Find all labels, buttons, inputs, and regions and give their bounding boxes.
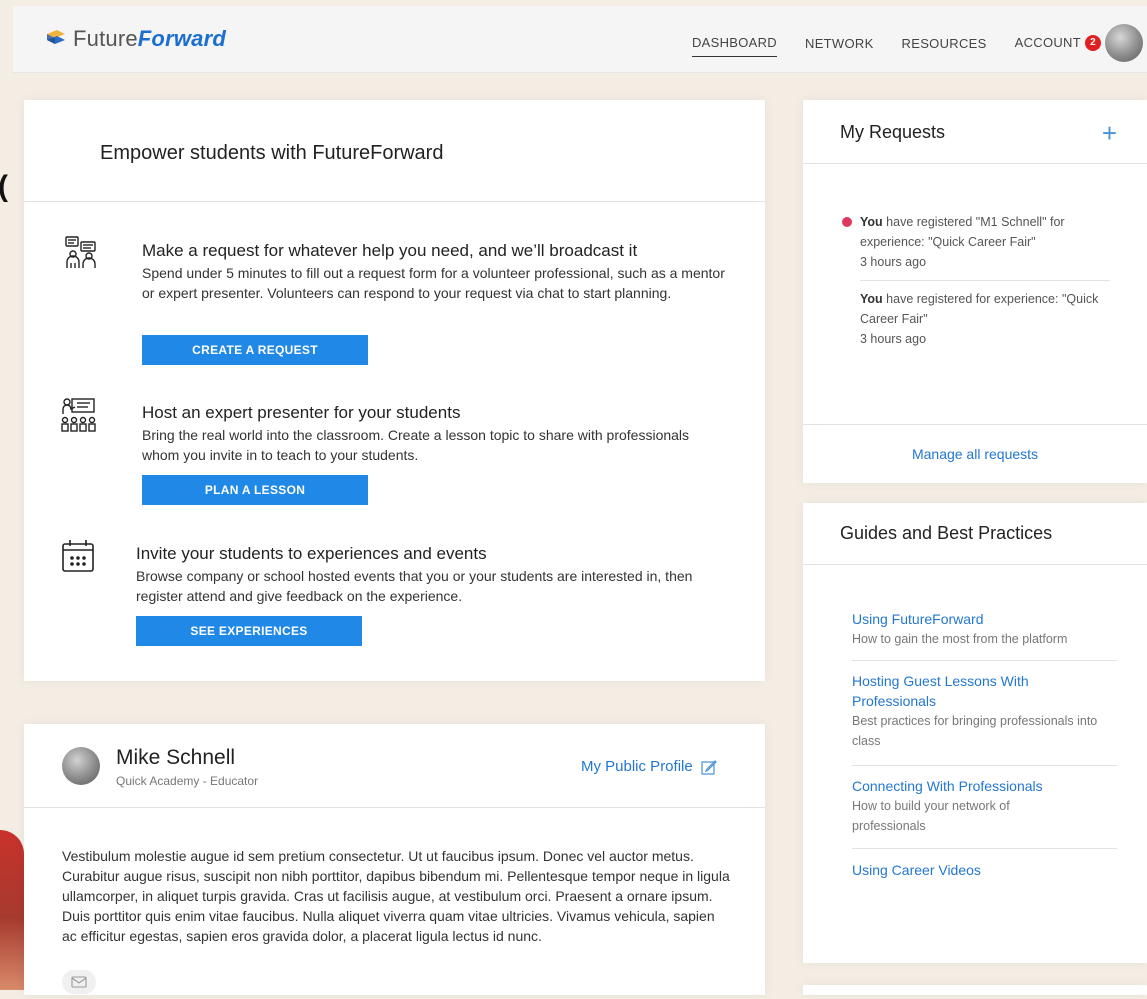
nav-account[interactable]: ACCOUNT 2 xyxy=(1015,29,1101,58)
empower-card: Empower students with FutureForward Make… xyxy=(24,100,765,681)
logo-text: FutureForward xyxy=(73,26,226,51)
guide-link[interactable]: Using Career Videos xyxy=(852,860,1102,880)
notification-badge: 2 xyxy=(1085,35,1101,52)
feature-lesson-description: Bring the real world into the classroom.… xyxy=(142,427,690,463)
feature-experiences-description: Browse company or school hosted events t… xyxy=(136,568,693,604)
divider xyxy=(803,424,1147,425)
requests-list: You have registered "M1 Schnell" for exp… xyxy=(840,212,1110,346)
request-text: have registered for experience: "Quick C… xyxy=(860,292,1099,326)
edit-icon xyxy=(701,759,717,775)
request-item[interactable]: You have registered for experience: "Qui… xyxy=(840,289,1110,346)
mail-icon[interactable] xyxy=(62,970,96,994)
profile-subtitle: Quick Academy - Educator xyxy=(116,774,259,788)
divider xyxy=(860,280,1110,281)
guide-description: How to build your network of professiona… xyxy=(852,799,1010,833)
divider xyxy=(24,201,765,202)
see-experiences-button[interactable]: SEE EXPERIENCES xyxy=(136,616,362,646)
profile-name: Mike Schnell xyxy=(116,746,236,769)
guide-link[interactable]: Connecting With Professionals xyxy=(852,776,1102,796)
public-profile-link-label: My Public Profile xyxy=(581,758,693,775)
next-card xyxy=(803,985,1147,995)
request-item[interactable]: You have registered "M1 Schnell" for exp… xyxy=(840,212,1110,272)
background-decoration xyxy=(0,830,24,990)
request-time: 3 hours ago xyxy=(860,332,927,346)
divider xyxy=(852,660,1117,661)
guide-item: Using FutureForward How to gain the most… xyxy=(852,609,1102,649)
guide-item: Hosting Guest Lessons With Professionals… xyxy=(852,671,1102,751)
guide-description: How to gain the most from the platform xyxy=(852,632,1068,646)
manage-requests-link[interactable]: Manage all requests xyxy=(803,446,1147,462)
profile-card: Mike Schnell Quick Academy - Educator My… xyxy=(24,724,765,995)
request-time: 3 hours ago xyxy=(860,255,927,269)
top-navigation-bar: FutureForward DASHBOARD NETWORK RESOURCE… xyxy=(13,6,1147,73)
my-requests-card: My Requests + You have registered "M1 Sc… xyxy=(803,100,1147,483)
unread-dot xyxy=(842,217,852,227)
feature-request-description: Spend under 5 minutes to fill out a requ… xyxy=(142,265,725,301)
feature-request-title: Make a request for whatever help you nee… xyxy=(142,241,638,260)
nav-network[interactable]: NETWORK xyxy=(805,30,874,57)
add-request-button[interactable]: + xyxy=(1102,118,1117,149)
requests-title: My Requests xyxy=(840,122,946,142)
logo-icon xyxy=(47,30,65,44)
divider xyxy=(24,807,765,808)
guide-item: Connecting With Professionals How to bui… xyxy=(852,776,1102,836)
divider xyxy=(852,765,1117,766)
nav-account-label: ACCOUNT xyxy=(1014,34,1081,50)
guides-card: Guides and Best Practices Using FutureFo… xyxy=(803,503,1147,963)
plan-lesson-button[interactable]: PLAN A LESSON xyxy=(142,475,368,505)
request-actor: You xyxy=(860,292,883,306)
divider xyxy=(852,848,1117,849)
guide-item: Using Career Videos xyxy=(852,860,1102,880)
profile-bio: Vestibulum molestie augue id sem pretium… xyxy=(62,848,730,944)
logo[interactable]: FutureForward xyxy=(45,26,226,52)
partial-glyph: ( xyxy=(0,170,8,204)
create-request-button[interactable]: CREATE A REQUEST xyxy=(142,335,368,365)
guide-link[interactable]: Using FutureForward xyxy=(852,609,1102,629)
divider xyxy=(803,564,1147,565)
guides-title: Guides and Best Practices xyxy=(840,523,1053,543)
request-actor: You xyxy=(860,215,883,229)
nav-dashboard[interactable]: DASHBOARD xyxy=(691,29,777,57)
calendar-icon xyxy=(62,540,94,572)
main-nav: DASHBOARD NETWORK RESOURCES ACCOUNT 2 xyxy=(664,24,1143,62)
feature-experiences-title: Invite your students to experiences and … xyxy=(136,544,487,563)
presenter-icon xyxy=(61,398,96,432)
guide-link[interactable]: Hosting Guest Lessons With Professionals xyxy=(852,671,1052,711)
avatar xyxy=(62,747,100,785)
nav-resources[interactable]: RESOURCES xyxy=(902,30,987,57)
divider xyxy=(803,163,1147,164)
request-text: have registered "M1 Schnell" for experie… xyxy=(860,215,1065,249)
empower-title: Empower students with FutureForward xyxy=(100,142,444,164)
user-avatar[interactable] xyxy=(1105,24,1143,62)
people-chat-icon xyxy=(65,236,96,268)
feature-lesson-title: Host an expert presenter for your studen… xyxy=(142,403,461,422)
public-profile-link[interactable]: My Public Profile xyxy=(581,758,717,775)
guide-description: Best practices for bringing professional… xyxy=(852,714,1098,748)
